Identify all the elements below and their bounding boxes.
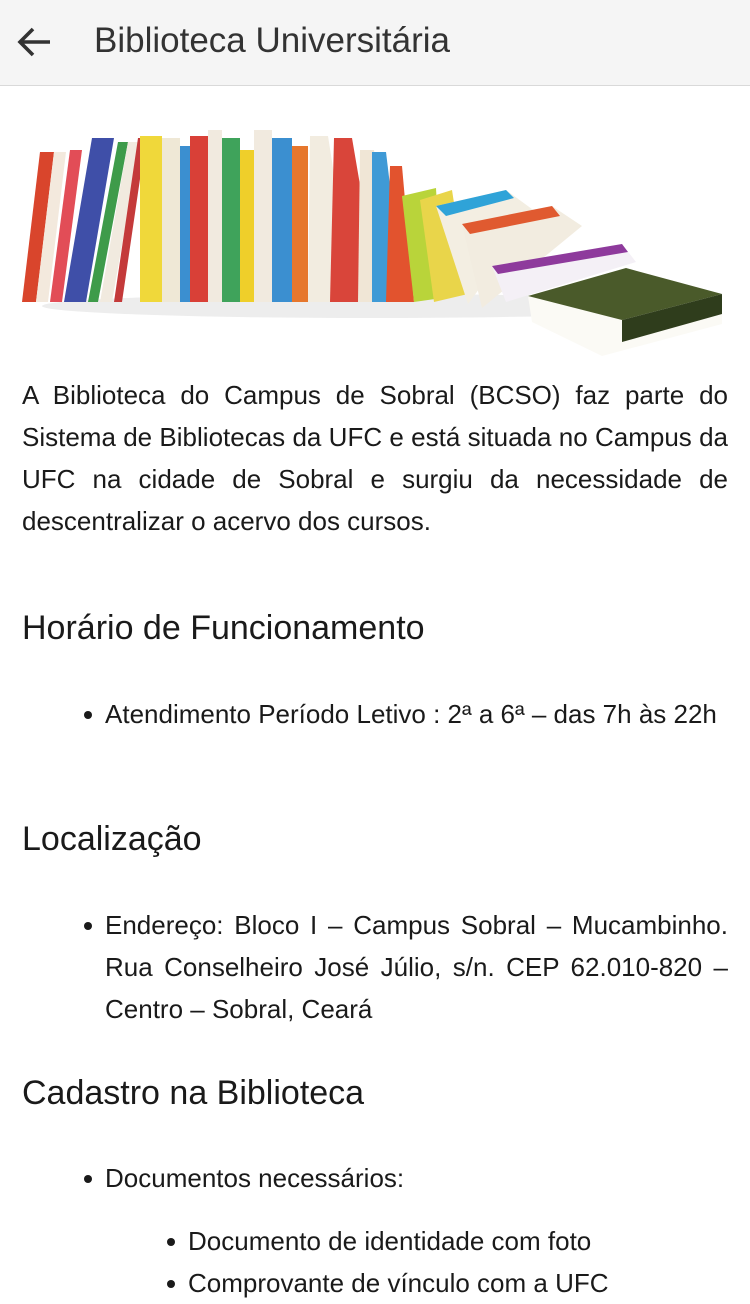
registration-heading: Cadastro na Biblioteca: [22, 1074, 365, 1112]
documents-sublist: Documento de identidade com foto Comprov…: [167, 1220, 728, 1304]
app-bar: Biblioteca Universitária: [0, 0, 750, 86]
list-item: Atendimento Período Letivo : 2ª a 6ª – d…: [84, 693, 728, 735]
hours-heading: Horário de Funcionamento: [22, 609, 425, 647]
location-heading: Localização: [22, 820, 202, 858]
books-illustration: [22, 130, 722, 356]
page-title: Biblioteca Universitária: [94, 21, 450, 60]
registration-list: Documentos necessários:: [84, 1157, 728, 1199]
list-item: Endereço: Bloco I – Campus Sobral – Muca…: [84, 904, 728, 1030]
arrow-left-icon: [17, 27, 50, 57]
location-list: Endereço: Bloco I – Campus Sobral – Muca…: [84, 904, 728, 1030]
list-item: Documento de identidade com foto: [167, 1220, 728, 1262]
hours-list: Atendimento Período Letivo : 2ª a 6ª – d…: [84, 693, 728, 735]
intro-paragraph: A Biblioteca do Campus de Sobral (BCSO) …: [22, 380, 728, 536]
back-button[interactable]: [6, 14, 62, 70]
list-item: Comprovante de vínculo com a UFC: [167, 1262, 728, 1304]
list-item: Documentos necessários:: [84, 1157, 728, 1199]
